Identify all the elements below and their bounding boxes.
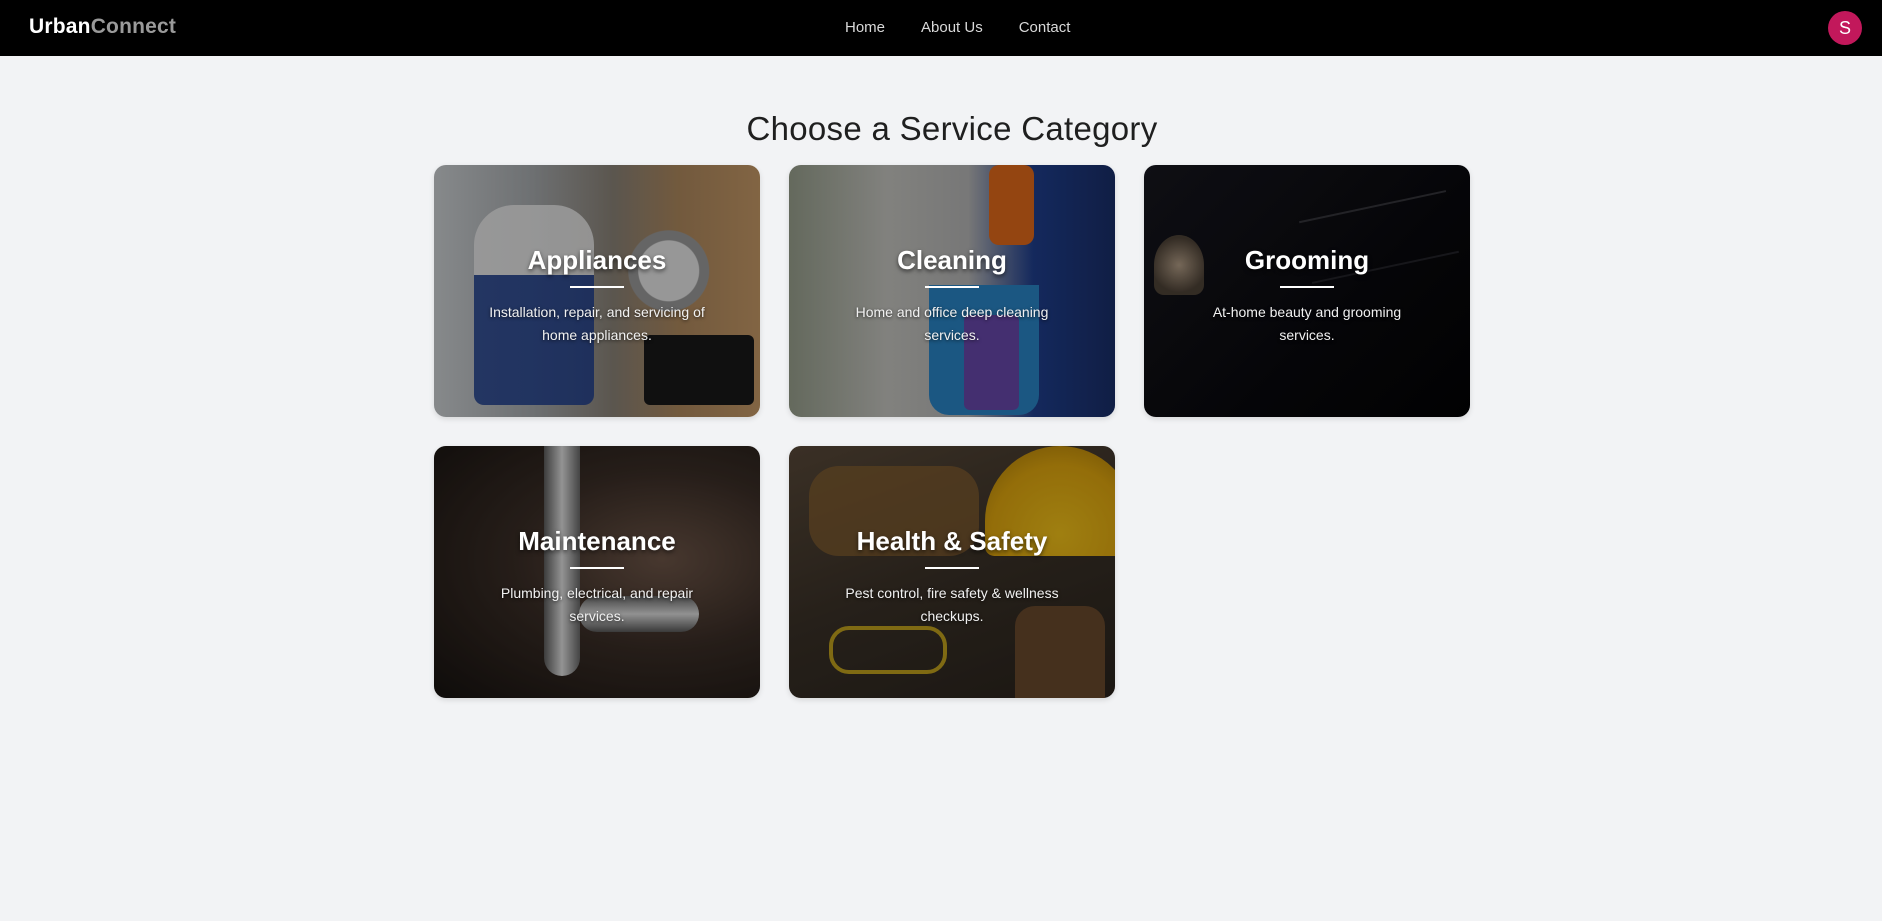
card-divider <box>925 567 979 569</box>
nav-link-home[interactable]: Home <box>845 19 885 36</box>
card-content: Cleaning Home and office deep cleaning s… <box>789 245 1115 347</box>
card-divider <box>570 286 624 288</box>
card-description: Installation, repair, and servicing of h… <box>489 304 705 343</box>
page-title: Choose a Service Category <box>746 110 1158 147</box>
card-title: Appliances <box>527 245 667 275</box>
category-card-cleaning[interactable]: Cleaning Home and office deep cleaning s… <box>789 165 1115 417</box>
nav-links: Home About Us Contact <box>845 19 1070 36</box>
card-title: Health & Safety <box>856 526 1048 556</box>
category-card-maintenance[interactable]: Maintenance Plumbing, electrical, and re… <box>434 446 760 698</box>
category-card-health-safety[interactable]: Health & Safety Pest control, fire safet… <box>789 446 1115 698</box>
card-divider <box>925 286 979 288</box>
card-title: Cleaning <box>897 245 1007 275</box>
brand-logo[interactable]: UrbanConnect <box>29 15 176 39</box>
card-description: At-home beauty and grooming services. <box>1212 304 1402 343</box>
card-content: Maintenance Plumbing, electrical, and re… <box>434 526 760 628</box>
card-content: Appliances Installation, repair, and ser… <box>434 245 760 347</box>
card-description: Plumbing, electrical, and repair service… <box>500 585 694 624</box>
nav-link-contact[interactable]: Contact <box>1019 19 1071 36</box>
card-description: Pest control, fire safety & wellness che… <box>845 585 1059 624</box>
card-description: Home and office deep cleaning services. <box>855 304 1049 343</box>
brand-name-part1: Urban <box>29 15 91 38</box>
category-card-grooming[interactable]: Grooming At-home beauty and grooming ser… <box>1144 165 1470 417</box>
user-avatar[interactable]: S <box>1828 11 1862 45</box>
top-navbar: UrbanConnect Home About Us Contact S <box>0 0 1882 56</box>
brand-name-part2: Connect <box>90 15 177 38</box>
nav-link-about-us[interactable]: About Us <box>921 19 983 36</box>
card-content: Health & Safety Pest control, fire safet… <box>789 526 1115 628</box>
card-content: Grooming At-home beauty and grooming ser… <box>1144 245 1470 347</box>
card-divider <box>570 567 624 569</box>
card-divider <box>1280 286 1334 288</box>
category-card-appliances[interactable]: Appliances Installation, repair, and ser… <box>434 165 760 417</box>
card-title: Grooming <box>1244 245 1370 275</box>
card-title: Maintenance <box>518 526 676 556</box>
